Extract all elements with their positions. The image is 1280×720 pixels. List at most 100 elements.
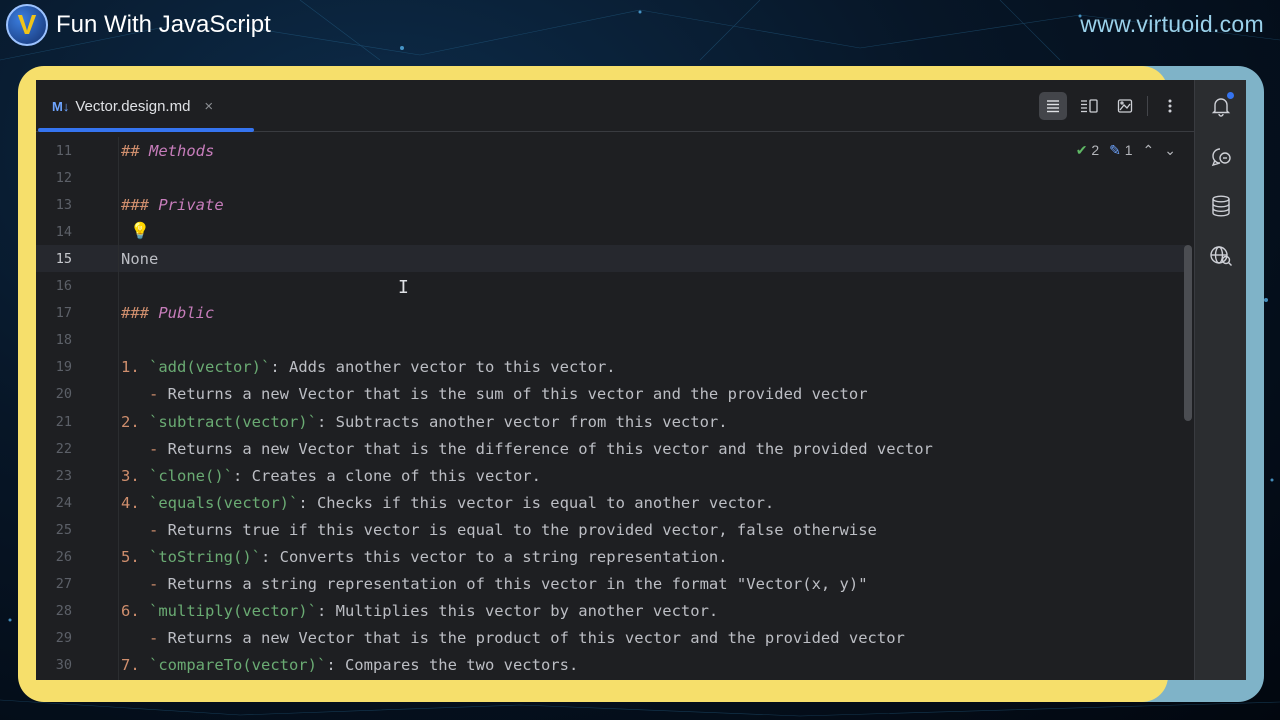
more-options-icon[interactable] <box>1156 92 1184 120</box>
editor-only-view-icon[interactable] <box>1039 92 1067 120</box>
code-token: Methods <box>149 141 215 160</box>
code-token: : Subtracts another vector from this vec… <box>316 412 728 431</box>
code-line[interactable]: 14 <box>36 218 1186 245</box>
inspection-ok[interactable]: ✔ 2 <box>1076 142 1099 159</box>
code-line[interactable]: 26 5. `toString()`: Converts this vector … <box>36 544 1186 571</box>
code-token: - <box>121 629 168 648</box>
code-token: 6. <box>121 602 149 621</box>
line-number: 23 <box>55 467 72 484</box>
line-content: - Returns a string representation of thi… <box>121 575 868 593</box>
code-token: - <box>121 385 168 404</box>
code-token: 5. <box>121 548 149 566</box>
code-token: `toString()` <box>149 548 261 566</box>
line-number: 20 <box>55 386 72 403</box>
code-token: None <box>121 249 159 268</box>
code-line[interactable]: 11 ## Methods <box>36 137 1186 164</box>
line-content: - Returns a new Vector that is the produ… <box>121 629 905 647</box>
line-content: - Returns true if this vector is equal t… <box>121 521 877 539</box>
check-icon: ✔ <box>1075 141 1088 158</box>
code-token: `subtract(vector)` <box>149 412 317 431</box>
code-token: ## <box>121 141 149 160</box>
code-token: `add(vector)` <box>149 358 271 377</box>
code-token: - <box>121 439 168 458</box>
brand-logo-letter: V <box>17 9 37 40</box>
line-number: 29 <box>55 630 72 647</box>
line-content: 4. `equals(vector)`: Checks if this vect… <box>121 494 774 512</box>
database-icon[interactable] <box>1207 192 1235 220</box>
endpoints-globe-icon[interactable] <box>1207 242 1235 270</box>
preview-only-view-icon[interactable] <box>1111 92 1139 120</box>
code-line[interactable]: 13 ### Private <box>36 191 1186 218</box>
inspection-warn[interactable]: ✎ 1 <box>1109 142 1132 159</box>
right-tool-stripe <box>1194 80 1246 680</box>
markdown-icon: M↓ <box>52 98 70 114</box>
code-token: Private <box>158 195 224 214</box>
code-token: ### <box>121 304 159 323</box>
code-line[interactable]: 20 - Returns a new Vector that is the su… <box>36 381 1186 408</box>
code-line[interactable]: 21 2. `subtract(vector)`: Subtracts anoth… <box>36 408 1186 435</box>
code-line[interactable]: 29 - Returns a new Vector that is the pr… <box>36 625 1186 652</box>
line-number: 16 <box>55 278 72 294</box>
line-content: - Returns a new Vector that is the diffe… <box>121 440 933 458</box>
markdown-editor[interactable]: 30 7. `compareTo(vector)`: Compares the t… <box>36 137 1194 680</box>
code-token: 2. <box>121 412 149 431</box>
code-token: : Compares the two vectors. <box>326 656 579 675</box>
code-line[interactable]: 19 1. `add(vector)`: Adds another vector … <box>36 354 1186 381</box>
code-line[interactable]: 28 6. `multiply(vector)`: Multiplies this… <box>36 598 1186 625</box>
code-token: : Checks if this vector is equal to anot… <box>298 493 775 512</box>
tab-label: Vector.design.md <box>75 97 191 115</box>
code-line[interactable]: 15 None <box>36 245 1186 273</box>
next-highlight-icon[interactable]: ⌄ <box>1164 142 1176 159</box>
line-number: 11 <box>55 142 72 159</box>
editor-tab-bar: M↓ Vector.design.md × <box>36 80 1194 132</box>
ok-count: 2 <box>1091 141 1100 158</box>
line-number: 18 <box>55 332 72 349</box>
code-token: Public <box>158 304 215 323</box>
line-content: 1. `add(vector)`: Adds another vector to… <box>121 358 616 376</box>
line-number: 17 <box>55 305 72 322</box>
line-number: 21 <box>55 413 72 430</box>
code-line[interactable]: 22 - Returns a new Vector that is the di… <box>36 435 1186 462</box>
line-content: 5. `toString()`: Converts this vector to… <box>121 548 728 566</box>
line-number: 14 <box>55 223 72 240</box>
code-token: `multiply(vector)` <box>149 602 317 621</box>
code-line[interactable]: 25 - Returns true if this vector is equa… <box>36 516 1186 543</box>
line-number: 27 <box>55 576 72 593</box>
channel-title: Fun With JavaScript <box>56 11 271 38</box>
notification-dot <box>1227 92 1234 99</box>
inspection-widget[interactable]: ✔ 2 ✎ 1 ⌃ ⌄ <box>1076 137 1176 163</box>
code-token: `equals(vector)` <box>149 493 299 512</box>
editor-scrollbar[interactable] <box>1184 245 1192 421</box>
tab-vector-design[interactable]: M↓ Vector.design.md × <box>38 80 254 132</box>
code-line[interactable]: 12 <box>36 164 1186 191</box>
line-number: 28 <box>55 603 72 620</box>
code-line[interactable]: 24 4. `equals(vector)`: Checks if this ve… <box>36 489 1186 516</box>
code-token: ### <box>121 195 159 214</box>
line-number: 19 <box>55 359 72 376</box>
pen-icon: ✎ <box>1109 141 1121 158</box>
code-line[interactable]: 16 <box>36 273 1186 300</box>
code-line[interactable]: 23 3. `clone()`: Creates a clone of this … <box>36 462 1186 489</box>
previous-highlight-icon[interactable]: ⌃ <box>1143 142 1155 159</box>
code-line[interactable]: 27 - Returns a string representation of … <box>36 571 1186 598</box>
line-content: - Returns a new Vector that is the sum o… <box>121 385 868 403</box>
notifications-bell-icon[interactable] <box>1207 92 1235 120</box>
code-token: - <box>121 520 168 539</box>
line-content: None <box>121 250 158 268</box>
code-line[interactable]: 17 ### Public <box>36 300 1186 327</box>
code-token: : Adds another vector to this vector. <box>270 358 616 377</box>
gutter-divider <box>118 137 119 680</box>
code-token: Returns true if this vector is equal to … <box>167 520 877 539</box>
code-line[interactable]: 18 <box>36 327 1186 354</box>
split-view-icon[interactable] <box>1075 92 1103 120</box>
line-content: ### Private <box>121 196 224 214</box>
line-number: 12 <box>55 169 72 186</box>
ai-assistant-icon[interactable] <box>1207 142 1235 170</box>
line-content: ## Methods <box>121 142 214 160</box>
intention-bulb-icon[interactable]: 💡 <box>130 221 150 240</box>
code-line[interactable]: 30 7. `compareTo(vector)`: Compares the t… <box>36 652 1186 679</box>
code-token: Returns a new Vector that is the sum of … <box>167 385 868 404</box>
close-icon[interactable]: × <box>204 98 213 115</box>
code-token: Returns a new Vector that is the product… <box>167 629 905 648</box>
code-token: `clone()` <box>149 466 233 485</box>
